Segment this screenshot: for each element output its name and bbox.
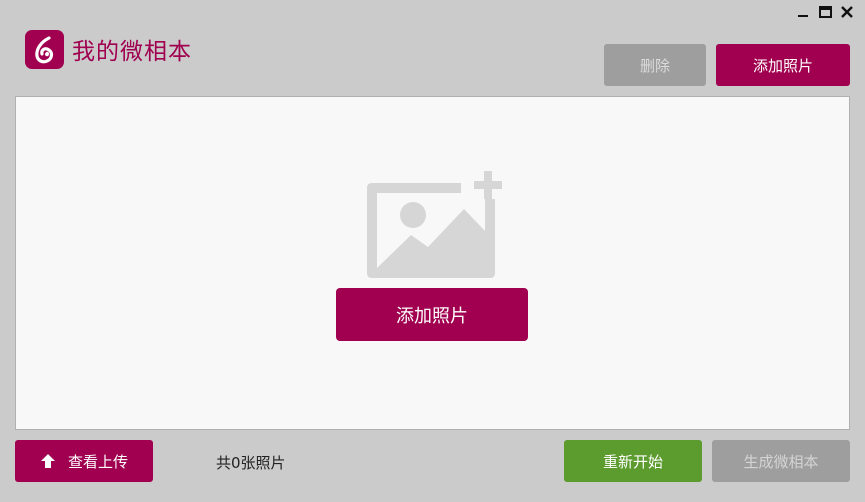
photo-count: 共0张照片 [216, 454, 286, 472]
add-image-icon [366, 169, 506, 285]
restart-button[interactable]: 重新开始 [564, 440, 702, 482]
window-controls [795, 4, 855, 20]
add-photo-center-button[interactable]: 添加照片 [336, 288, 528, 341]
generate-album-button[interactable]: 生成微相本 [712, 440, 850, 482]
app-title: 我的微相本 [72, 39, 192, 65]
close-icon[interactable] [839, 4, 855, 20]
view-uploads-label: 查看上传 [67, 452, 128, 471]
add-photo-button[interactable]: 添加照片 [716, 44, 850, 86]
maximize-icon[interactable] [817, 4, 833, 20]
view-uploads-button[interactable]: 查看上传 [15, 440, 153, 482]
minimize-icon[interactable] [795, 4, 811, 20]
photo-canvas [15, 96, 850, 430]
arrow-up-icon [40, 453, 56, 469]
delete-button[interactable]: 删除 [604, 44, 706, 86]
app-logo-icon [25, 30, 64, 69]
